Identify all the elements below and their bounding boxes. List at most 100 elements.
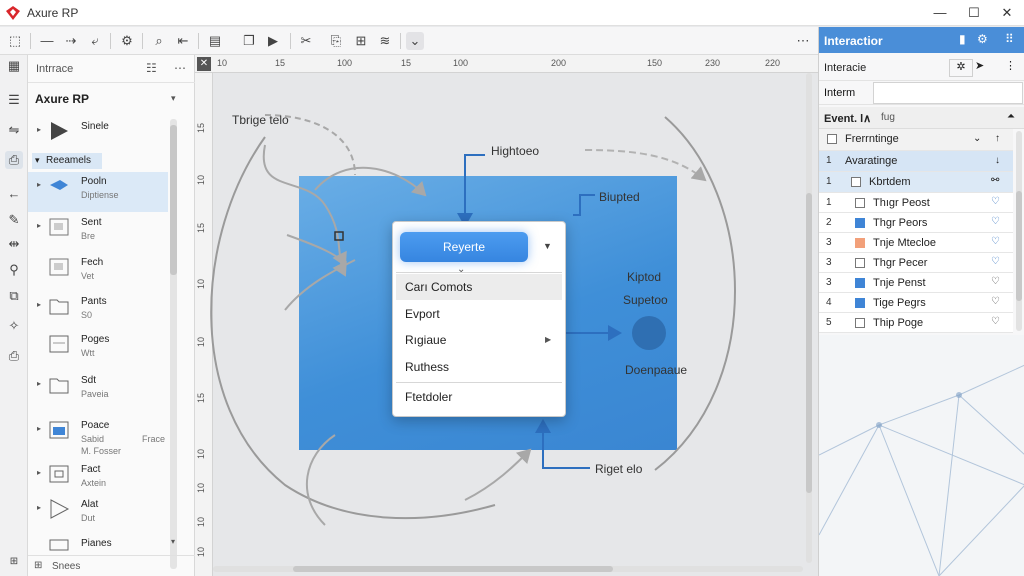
menu-item[interactable]: Ruthess <box>396 354 562 380</box>
event-color-swatch[interactable] <box>855 318 865 328</box>
expand-icon[interactable]: ▸ <box>37 424 41 433</box>
magic-icon[interactable]: ✧ <box>5 317 23 335</box>
expand-icon[interactable]: ▸ <box>37 379 41 388</box>
expand-icon[interactable]: ▸ <box>37 300 41 309</box>
event-subheader-row[interactable]: 1 Kbrtdem ⚯ <box>819 172 1013 193</box>
menu-icon[interactable]: ☰ <box>5 91 23 109</box>
interaction-name-input[interactable] <box>873 82 1023 104</box>
maximize-button[interactable]: ☐ <box>960 3 988 23</box>
tab-secondary[interactable]: fug <box>881 112 895 123</box>
library-item[interactable]: ▸ Pants S0 <box>28 292 168 332</box>
chevron-down-icon[interactable]: ▾ <box>171 537 175 546</box>
node-icon[interactable]: ⚲ <box>5 261 23 279</box>
expand-icon[interactable]: ▸ <box>37 221 41 230</box>
arrow-down-icon[interactable]: ↓ <box>995 155 1000 166</box>
stack-icon[interactable]: ⧉ <box>5 287 23 305</box>
select-tool-icon[interactable]: ⬚ <box>6 32 24 50</box>
event-color-swatch[interactable] <box>855 238 865 248</box>
pen-icon[interactable]: ✎ <box>5 211 23 229</box>
event-group-row[interactable]: Frerrntinge ⌄ ↑ <box>819 129 1013 151</box>
split-icon[interactable]: ⇹ <box>5 235 23 253</box>
more-icon[interactable]: ⋯ <box>174 61 186 75</box>
event-checkbox[interactable] <box>827 134 837 144</box>
library-item[interactable]: ▸ Fact Axtein <box>28 460 168 500</box>
event-color-swatch[interactable] <box>855 298 865 308</box>
event-row[interactable]: 3 Thgr Pecer ♡ <box>819 253 1013 273</box>
gear-icon[interactable]: ⚙ <box>977 32 988 46</box>
zoom-icon[interactable]: ⌕ <box>150 32 168 50</box>
library-item[interactable]: Pianes <box>28 534 168 554</box>
shield-icon[interactable]: ♡ <box>991 196 1000 207</box>
shield-icon[interactable]: ♡ <box>991 256 1000 267</box>
library-item-selected[interactable]: ▸ Pooln Diptiense <box>28 172 168 212</box>
play-icon[interactable]: ▶ <box>264 32 282 50</box>
library-item[interactable]: Fech Vet <box>28 253 168 293</box>
grid-icon[interactable]: ⠿ <box>1005 32 1014 46</box>
close-button[interactable]: ✕ <box>993 3 1021 23</box>
heart-icon[interactable]: ♡ <box>991 276 1000 287</box>
pin-icon[interactable]: ⏶ <box>1007 111 1015 122</box>
circle-node[interactable] <box>632 316 666 350</box>
layers-icon[interactable]: ≋ <box>376 32 394 50</box>
tab-events[interactable]: Event. l∧ <box>824 112 871 125</box>
copy-icon[interactable]: ❐ <box>240 32 258 50</box>
library-item[interactable]: ▸ Sdt Paveia <box>28 371 168 411</box>
print-icon[interactable]: ⎙ <box>5 347 23 365</box>
menu-item[interactable]: Ftetdoler <box>396 384 562 410</box>
event-row[interactable]: 5 Thip Poge ♡ <box>819 313 1013 333</box>
library-item[interactable]: ▸ Alat Dut <box>28 495 168 535</box>
list-view-icon[interactable]: ☷ <box>146 61 157 75</box>
page-icon[interactable]: ⎘ <box>327 32 345 50</box>
events-scrollbar[interactable] <box>1014 131 1024 331</box>
chevron-down-icon[interactable]: ⌄ <box>406 32 424 50</box>
library-scrollbar-thumb[interactable] <box>170 125 177 275</box>
more-icon[interactable]: ⋮ <box>1005 59 1016 72</box>
event-row[interactable]: 2 Thgr Peors ♡ <box>819 213 1013 233</box>
event-color-swatch[interactable] <box>855 198 865 208</box>
menu-item[interactable]: Rıgiaue <box>396 327 562 353</box>
menu-item[interactable]: Carı Comots <box>396 274 562 300</box>
library-item[interactable]: ▸ Sent Bre <box>28 213 168 253</box>
canvas-vertical-scrollbar[interactable] <box>804 73 814 563</box>
link-icon[interactable]: ⇋ <box>5 121 23 139</box>
chevron-down-icon[interactable]: ▼ <box>543 241 552 251</box>
expand-icon[interactable]: ▸ <box>37 503 41 512</box>
chevron-down-icon[interactable]: ▾ <box>171 93 176 104</box>
event-color-swatch[interactable] <box>855 218 865 228</box>
gear-icon[interactable]: ⚙ <box>118 32 136 50</box>
shield-icon[interactable]: ♡ <box>991 236 1000 247</box>
arrow-left-icon[interactable]: ← <box>5 185 23 203</box>
library-item[interactable]: ▸ Poace Sabid Frace M. Fosser <box>28 416 170 456</box>
clipboard-icon[interactable]: ▤ <box>206 32 224 50</box>
table-icon[interactable]: ⊞ <box>352 32 370 50</box>
chevron-down-icon[interactable]: ⌄ <box>973 133 981 144</box>
event-checkbox[interactable] <box>851 177 861 187</box>
cut-icon[interactable]: ✂ <box>297 32 315 50</box>
menu-item[interactable]: Evport <box>396 301 562 327</box>
event-color-swatch[interactable] <box>855 258 865 268</box>
library-item[interactable]: ▸ Sinele <box>28 117 168 157</box>
heart-icon[interactable]: ♡ <box>991 316 1000 327</box>
event-color-swatch[interactable] <box>855 278 865 288</box>
event-row[interactable]: 4 Tige Pegrs ♡ <box>819 293 1013 313</box>
connector-tool-icon[interactable]: ⤶ <box>86 32 104 50</box>
expand-icon[interactable]: ▸ <box>37 468 41 477</box>
settings-icon[interactable]: ✲ <box>949 59 973 77</box>
event-row[interactable]: 3 Tnje Penst ♡ <box>819 273 1013 293</box>
shield-icon[interactable]: ♡ <box>991 216 1000 227</box>
design-canvas[interactable]: ✕ 10 15 100 15 100 200 150 230 220 15 10… <box>195 55 818 576</box>
grid-icon[interactable]: ⊞ <box>5 553 23 571</box>
section-reeamels[interactable]: ▾ Reeamels <box>32 153 102 169</box>
book-icon[interactable]: ▮ <box>959 32 966 46</box>
grid-icon[interactable]: ⊞ <box>34 560 42 571</box>
event-group-row-selected[interactable]: 1 Avaratinge ↓ <box>819 151 1013 172</box>
expand-icon[interactable]: ▸ <box>37 180 41 189</box>
arrow-tool-icon[interactable]: ⇢ <box>62 32 80 50</box>
line-tool-icon[interactable]: — <box>38 32 56 50</box>
event-row[interactable]: 1 Thıgr Peost ♡ <box>819 193 1013 213</box>
canvas-horizontal-scrollbar[interactable] <box>213 563 803 575</box>
library-item[interactable]: Poges Wtt <box>28 330 168 370</box>
document-icon[interactable]: ⎙ <box>5 151 23 169</box>
send-icon[interactable]: ➤ <box>975 59 984 72</box>
minimize-button[interactable]: — <box>926 3 954 23</box>
